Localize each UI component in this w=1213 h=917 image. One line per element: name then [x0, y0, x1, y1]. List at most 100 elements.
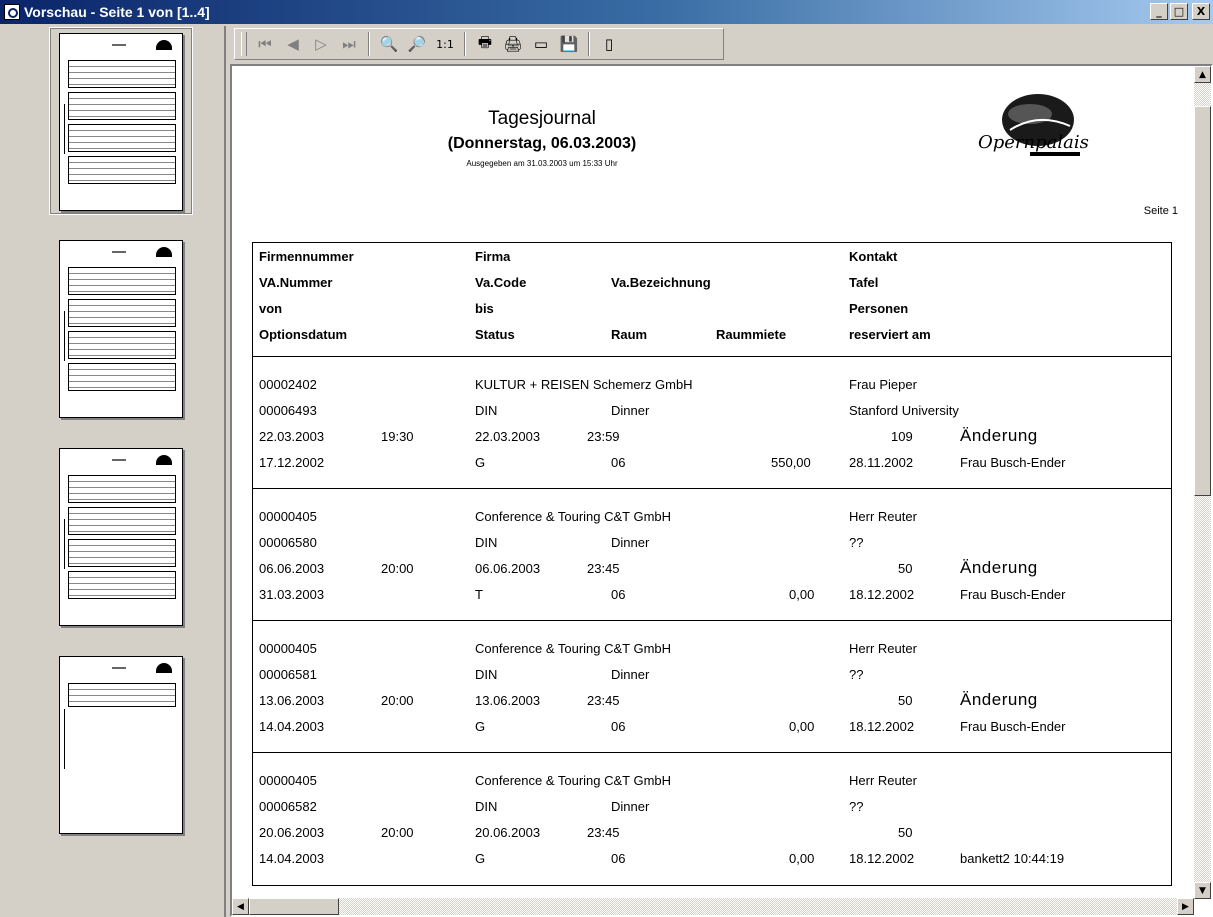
window-controls: _ □ X — [1150, 3, 1210, 20]
toolbar-grip[interactable] — [241, 32, 247, 56]
header-bis: bis — [475, 301, 494, 316]
record-va-nummer: 00006493 — [259, 403, 317, 418]
previous-page-icon[interactable]: ◀ — [281, 32, 305, 56]
record-von-datum: 06.06.2003 — [259, 561, 325, 576]
record-firmennr: 00002402 — [259, 377, 317, 392]
vertical-scrollbar[interactable]: ▲ ▼ — [1194, 66, 1211, 899]
record-bis-datum: 13.06.2003 — [475, 693, 541, 708]
record-reserviert-datum: 18.12.2002 — [849, 719, 915, 734]
record-aenderung: Änderung — [960, 426, 1038, 445]
record-va-code: DIN — [475, 667, 498, 682]
zoom-in-icon[interactable]: 🔍 — [377, 32, 401, 56]
record-va-code: DIN — [475, 799, 498, 814]
horizontal-scroll-thumb[interactable] — [249, 898, 339, 915]
record-raum: 06 — [611, 719, 626, 734]
page-viewport[interactable]: Tagesjournal (Donnerstag, 06.03.2003) Au… — [230, 64, 1213, 917]
minimize-button[interactable]: _ — [1150, 3, 1168, 20]
record-raummiete: 0,00 — [789, 587, 815, 602]
actual-size-label: 1:1 — [436, 37, 454, 51]
thumbnail-page-preview — [59, 656, 183, 834]
record-firmennr: 00000405 — [259, 641, 317, 656]
record-bis-datum: 20.06.2003 — [475, 825, 541, 840]
print-setup-icon[interactable]: 🖨 — [501, 32, 525, 56]
header-reserviert-am: reserviert am — [849, 327, 931, 342]
record-von-zeit: 20:00 — [381, 693, 414, 708]
thumbnail-page-preview — [59, 448, 183, 626]
last-page-icon[interactable]: ⏭ — [337, 32, 361, 56]
header-firma: Firma — [475, 249, 511, 264]
record-bis-datum: 06.06.2003 — [475, 561, 541, 576]
header-status: Status — [475, 327, 515, 342]
record-status: T — [475, 587, 483, 602]
record-va-bezeichnung: Dinner — [611, 667, 650, 682]
record-va-nummer: 00006580 — [259, 535, 317, 550]
scroll-up-icon[interactable]: ▲ — [1194, 66, 1211, 83]
page-thumbnail-2[interactable] — [50, 236, 192, 422]
save-icon[interactable]: 💾 — [557, 32, 581, 56]
record-raum: 06 — [611, 455, 626, 470]
thumbnail-page-preview — [59, 33, 183, 211]
maximize-button[interactable]: □ — [1170, 3, 1188, 20]
report-issued-timestamp: Ausgegeben am 31.03.2003 um 15:33 Uhr — [466, 159, 618, 168]
record-va-code: DIN — [475, 535, 498, 550]
export-icon[interactable]: ▭ — [529, 32, 553, 56]
record-firma: KULTUR + REISEN Schemerz GmbH — [475, 377, 693, 392]
header-va-nummer: VA.Nummer — [259, 275, 333, 290]
page-thumbnail-1[interactable] — [49, 27, 193, 215]
record-status: G — [475, 719, 486, 734]
vertical-scroll-thumb[interactable] — [1194, 106, 1211, 496]
close-button[interactable]: X — [1192, 3, 1210, 20]
record-optionsdatum: 14.04.2003 — [259, 851, 325, 866]
record-va-bezeichnung: Dinner — [611, 799, 650, 814]
record-kontakt: Frau Pieper — [849, 377, 917, 392]
record-von-datum: 22.03.2003 — [259, 429, 325, 444]
scroll-down-icon[interactable]: ▼ — [1194, 882, 1211, 899]
preview-pane: ⏮ ◀ ▷ ⏭ 🔍 🔎 1:1 🖶 🖨 ▭ 💾 ▯ Tagesjournal (… — [230, 26, 1213, 917]
record-firmennr: 00000405 — [259, 773, 317, 788]
page-thumbnail-3[interactable] — [50, 444, 192, 630]
exit-door-icon[interactable]: ▯ — [597, 32, 621, 56]
record-personen: 50 — [898, 561, 913, 576]
record-reserviert-datum: 28.11.2002 — [849, 455, 914, 470]
record-personen: 50 — [898, 825, 913, 840]
record-firma: Conference & Touring C&T GmbH — [475, 509, 672, 524]
record-bis-zeit: 23:59 — [587, 429, 620, 444]
record-personen: 50 — [898, 693, 913, 708]
header-kontakt: Kontakt — [849, 249, 898, 264]
first-page-icon[interactable]: ⏮ — [253, 32, 277, 56]
preview-app-icon[interactable] — [4, 4, 20, 20]
print-icon[interactable]: 🖶 — [473, 32, 497, 56]
header-firmennummer: Firmennummer — [259, 249, 354, 264]
record-va-code: DIN — [475, 403, 498, 418]
record-reserviert-von: Frau Busch-Ender — [960, 587, 1066, 602]
record-personen: 109 — [891, 429, 913, 444]
header-va-code: Va.Code — [475, 275, 527, 290]
record-va-bezeichnung: Dinner — [611, 403, 650, 418]
record-raum: 06 — [611, 851, 626, 866]
scroll-right-icon[interactable]: ▶ — [1177, 898, 1194, 915]
record-bis-zeit: 23:45 — [587, 693, 620, 708]
zoom-out-icon[interactable]: 🔎 — [405, 32, 429, 56]
record-va-nummer: 00006581 — [259, 667, 317, 682]
header-raum: Raum — [611, 327, 648, 342]
record-reserviert-von: Frau Busch-Ender — [960, 719, 1066, 734]
record-firma: Conference & Touring C&T GmbH — [475, 773, 672, 788]
record-aenderung: Änderung — [960, 558, 1038, 577]
record-kontakt: Herr Reuter — [849, 509, 917, 524]
horizontal-scrollbar[interactable]: ◀ ▶ — [232, 898, 1194, 915]
record-von-datum: 13.06.2003 — [259, 693, 325, 708]
opernpalais-logo: Opernpalais — [970, 92, 1090, 162]
record-reserviert-von: bankett2 10:44:19 — [960, 851, 1065, 866]
title-bar: Vorschau - Seite 1 von [1..4] _ □ X — [0, 0, 1213, 24]
record-status: G — [475, 455, 486, 470]
page-thumbnail-4[interactable] — [50, 652, 192, 838]
scroll-left-icon[interactable]: ◀ — [232, 898, 249, 915]
preview-toolbar: ⏮ ◀ ▷ ⏭ 🔍 🔎 1:1 🖶 🖨 ▭ 💾 ▯ — [234, 28, 724, 60]
record-bis-datum: 22.03.2003 — [475, 429, 541, 444]
record-raum: 06 — [611, 587, 626, 602]
next-page-icon[interactable]: ▷ — [309, 32, 333, 56]
record-va-nummer: 00006582 — [259, 799, 317, 814]
record-raummiete: 0,00 — [789, 851, 815, 866]
header-personen: Personen — [849, 301, 909, 316]
actual-size-button[interactable]: 1:1 — [433, 32, 457, 56]
